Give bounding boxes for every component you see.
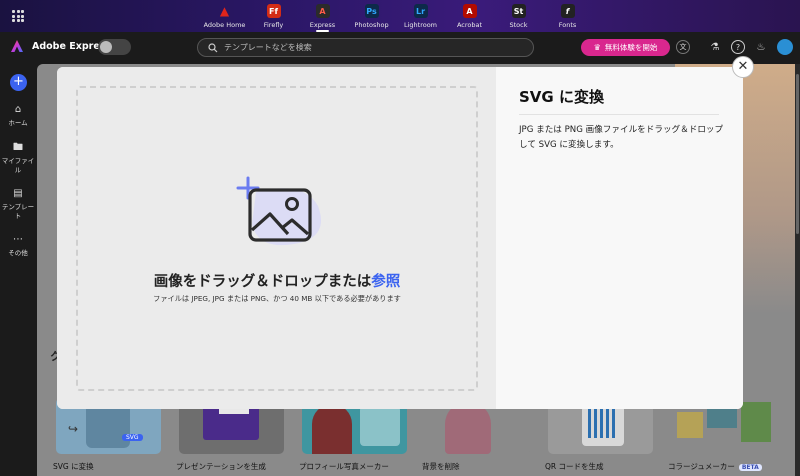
app-label: Photoshop [354,21,389,29]
more-icon: ⋯ [13,234,23,245]
close-button[interactable]: ✕ [732,56,754,78]
photoshop-icon: Ps [364,4,379,18]
fonts-icon: f [560,4,575,18]
quick-action-card-remove-bg[interactable]: 背景を削除 [421,398,544,476]
card-label: 背景を削除 [422,462,460,471]
card-label: コラージュメーカー BETA [668,461,762,472]
template-icon: ▤ [13,188,23,199]
app-label: Acrobat [456,21,483,29]
quick-action-card-profile[interactable]: プロフィール写真メーカー [298,398,421,476]
app-switcher-bar: ▲ Adobe Home Ff Firefly A Express Ps Pho… [0,0,800,32]
app-list: ▲ Adobe Home Ff Firefly A Express Ps Pho… [200,2,592,32]
app-grid-icon[interactable] [12,10,24,22]
search-icon [208,43,218,53]
sidebar-item-files[interactable]: 🖿 マイファイル [0,142,36,175]
page-scrollbar[interactable] [795,64,800,476]
express-logo-icon[interactable] [10,39,24,53]
app-label: Firefly [263,21,284,29]
flask-icon[interactable]: ⚗ [708,40,722,54]
sidebar-item-label: その他 [8,249,28,257]
dialog-info-panel: SVG に変換 JPG または PNG 画像ファイルをドラッグ＆ドロップして S… [496,67,743,409]
sidebar-item-label: ホーム [8,119,28,127]
card-label: プレゼンテーションを生成 [176,462,266,471]
sidebar-item-home[interactable]: ⌂ ホーム [0,104,36,128]
start-trial-button[interactable]: ♛ 無料体験を開始 [581,39,670,56]
express-icon: A [315,4,330,18]
create-button[interactable]: + [10,74,27,91]
firefly-icon: Ff [266,4,281,18]
crown-icon: ♛ [593,43,601,52]
app-label: Express [309,21,336,29]
app-adobe-home[interactable]: ▲ Adobe Home [200,2,249,32]
home-icon: ⌂ [14,104,22,115]
app-firefly[interactable]: Ff Firefly [249,2,298,32]
stock-icon: St [511,4,526,18]
app-label: Stock [509,21,528,29]
app-acrobat[interactable]: A Acrobat [445,2,494,32]
app-express[interactable]: A Express [298,2,347,32]
sidebar-item-more[interactable]: ⋯ その他 [0,234,36,258]
scrollbar-thumb[interactable] [796,74,799,234]
help-icon[interactable]: ? [731,40,745,54]
folder-icon: 🖿 [13,142,23,153]
convert-svg-dialog: 画像をドラッグ＆ドロップまたは参照 ファイルは JPEG, JPG または PN… [57,67,743,409]
trial-label: 無料体験を開始 [604,43,658,52]
dialog-title: SVG に変換 [519,88,604,106]
app-lightroom[interactable]: Lr Lightroom [396,2,445,32]
quick-actions-row: SVG ↪ SVG に変換 プレゼンテーションを生成 プロフィール写真メーカー … [52,398,790,476]
adobe-logo-icon: ▲ [219,4,230,18]
dialog-description: JPG または PNG 画像ファイルをドラッグ＆ドロップして SVG に変換しま… [519,125,724,150]
drop-title-text: 画像をドラッグ＆ドロップまたは [153,274,372,290]
lightroom-icon: Lr [413,4,428,18]
quick-action-card-presentation[interactable]: プレゼンテーションを生成 [175,398,298,476]
dialog-upload-panel: 画像をドラッグ＆ドロップまたは参照 ファイルは JPEG, JPG または PN… [57,67,496,409]
sidebar-item-templates[interactable]: ▤ テンプレート [0,188,36,221]
file-requirements: ファイルは JPEG, JPG または PNG、かつ 40 MB 以下である必要… [153,294,401,303]
app-label: Lightroom [403,21,438,29]
sidebar-item-label: マイファイル [1,157,35,174]
add-image-icon [236,176,321,246]
left-sidebar: + ⌂ ホーム 🖿 マイファイル ▤ テンプレート ⋯ その他 [0,62,36,476]
app-fonts[interactable]: f Fonts [543,2,592,32]
beta-badge: BETA [738,464,762,471]
card-label-text: コラージュメーカー [668,462,735,471]
app-photoshop[interactable]: Ps Photoshop [347,2,396,32]
browse-link[interactable]: 参照 [371,274,400,290]
card-label: プロフィール写真メーカー [299,462,389,471]
quick-action-card-qr[interactable]: QR コードを生成 [544,398,667,476]
theme-toggle[interactable] [98,39,131,55]
bell-icon[interactable]: ♨ [754,40,768,54]
toggle-knob [100,41,112,53]
svg-badge: SVG [122,434,143,441]
drop-zone[interactable]: 画像をドラッグ＆ドロップまたは参照 ファイルは JPEG, JPG または PN… [76,86,478,391]
divider [519,114,719,115]
quick-action-card-collage[interactable]: コラージュメーカー BETA [667,398,790,476]
app-header: Adobe Express テンプレートなどを検索 ♛ 無料体験を開始 文 ⚗ … [0,32,800,62]
arrow-icon: ↪ [68,422,79,436]
search-bar[interactable]: テンプレートなどを検索 [197,38,534,57]
app-label: Fonts [558,21,577,29]
acrobat-icon: A [462,4,477,18]
card-label: SVG に変換 [53,462,94,471]
search-placeholder: テンプレートなどを検索 [224,43,312,52]
drop-title: 画像をドラッグ＆ドロップまたは参照 [78,270,476,291]
card-label: QR コードを生成 [545,462,604,471]
app-label: Adobe Home [203,21,246,29]
app-stock[interactable]: St Stock [494,2,543,32]
quick-action-card-svg[interactable]: SVG ↪ SVG に変換 [52,398,175,476]
close-icon: ✕ [737,59,749,74]
sidebar-item-label: テンプレート [1,203,35,220]
translate-icon[interactable]: 文 [676,40,690,54]
avatar[interactable] [777,39,793,55]
